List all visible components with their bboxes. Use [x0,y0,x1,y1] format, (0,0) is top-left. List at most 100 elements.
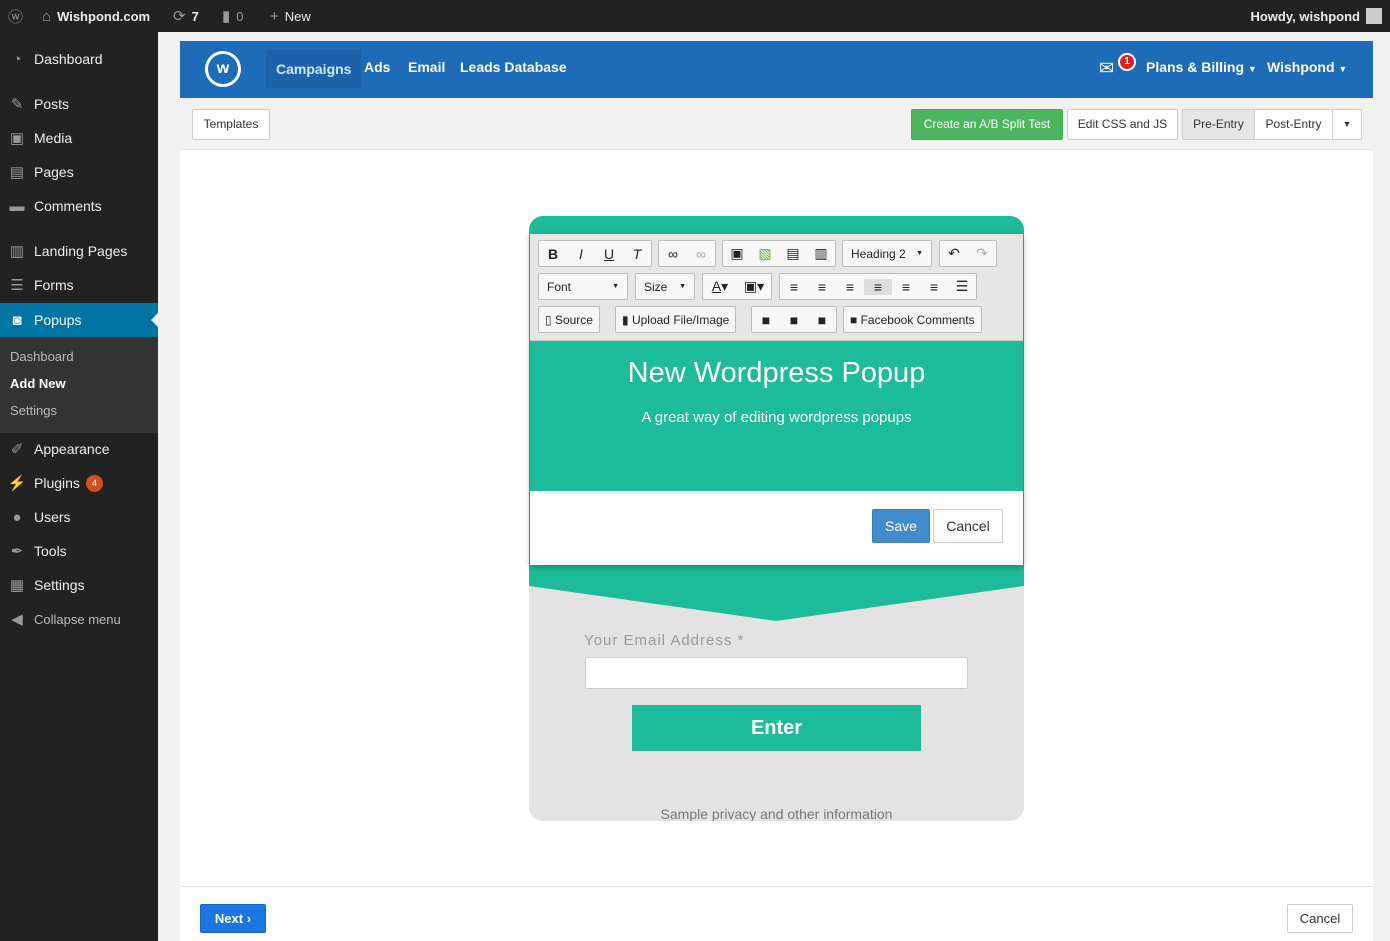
save-button[interactable]: Save [872,509,930,543]
templates-button[interactable]: Templates [192,109,270,140]
chevron-right-icon: › [246,911,252,926]
nav-campaigns[interactable]: Campaigns [266,50,362,88]
caret-down-icon: ▼ [1247,64,1257,74]
history-group: ↶ ↷ [939,240,997,267]
paste-icon[interactable]: ▤ [779,245,807,262]
user-icon: ● [12,508,22,526]
link-icon[interactable]: ∞ [659,246,687,262]
updates-link[interactable]: ⟳ 7 [173,0,199,32]
underline-icon[interactable]: U [595,246,623,262]
notification-badge: 1 [1118,53,1136,71]
tumblr-icon[interactable]: ■ [780,312,808,328]
horizontal-rule-icon[interactable]: ☰ [948,278,976,295]
submenu-settings[interactable]: Settings [10,403,57,418]
align-left-icon[interactable]: ≡ [836,279,864,295]
account-dropdown[interactable]: Wishpond ▼ [1267,41,1347,98]
ordered-list-icon[interactable]: ≡ [780,279,808,295]
settings-icon: ▦ [9,577,25,594]
align-right-icon[interactable]: ≡ [892,279,920,295]
post-entry-tab[interactable]: Post-Entry [1254,109,1333,140]
pages-icon: ▤ [9,164,25,181]
wordpress-logo-icon[interactable]: ⓦ [8,0,23,32]
menu-posts[interactable]: ✎ Posts [0,87,158,121]
pre-entry-tab[interactable]: Pre-Entry [1182,109,1255,140]
upload-button[interactable]: ▮ Upload File/Image [615,306,737,333]
mail-icon[interactable]: ✉ [1099,58,1114,79]
file-icon: ▮ [622,312,629,327]
menu-comments[interactable]: ▬ Comments [0,189,158,223]
social-group: ■ ■ ■ [751,306,837,333]
text-color-icon[interactable]: A▾ [703,278,737,295]
plugins-badge: 4 [85,474,103,492]
facebook-icon[interactable]: ■ [752,312,780,328]
nav-ads[interactable]: Ads [364,41,390,98]
menu-media[interactable]: ▣ Media [0,121,158,155]
wrench-icon: ✒ [10,543,24,560]
footer-cancel-button[interactable]: Cancel [1287,904,1353,933]
collapse-icon: ◀ [11,611,23,628]
main-content: w Campaigns Ads Email Leads Database ✉ 1… [180,41,1373,941]
menu-forms[interactable]: ☰ Forms [0,268,158,302]
undo-icon[interactable]: ↶ [940,245,968,262]
justify-icon[interactable]: ≡ [920,279,948,295]
menu-dashboard[interactable]: ◔ Dashboard [0,42,158,76]
nav-email[interactable]: Email [408,41,445,98]
plans-billing-menu[interactable]: Plans & Billing ▼ [1146,41,1257,98]
submenu-add-new[interactable]: Add New [10,376,66,391]
wishpond-logo[interactable]: w [205,51,241,87]
editor-cancel-button[interactable]: Cancel [933,509,1003,543]
video-icon[interactable]: ▣ [723,245,751,262]
site-link[interactable]: ⌂ Wishpond.com [42,0,150,32]
paste-word-icon[interactable]: ▥ [807,245,835,262]
menu-popups[interactable]: ◙ Popups [0,303,158,337]
pin-icon: ✎ [10,96,24,113]
entry-dropdown-caret-icon[interactable]: ▼ [1332,109,1362,140]
facebook-comments-button[interactable]: ■ Facebook Comments [843,306,982,333]
bold-icon[interactable]: B [539,246,567,262]
italic-icon[interactable]: I [567,246,595,262]
plugin-icon: ⚡ [7,475,27,492]
ab-split-test-button[interactable]: Create an A/B Split Test [911,109,1063,140]
map-icon[interactable]: ▧ [751,245,779,262]
avatar [1366,8,1382,24]
account-menu[interactable]: Howdy, wishpond [1250,0,1382,32]
new-link[interactable]: + New [270,0,311,32]
editor-content[interactable]: New Wordpress Popup A great way of editi… [530,341,1023,491]
menu-tools[interactable]: ✒ Tools [0,534,158,568]
menu-appearance[interactable]: ✐ Appearance [0,432,158,466]
google-plus-icon[interactable]: ■ [808,312,836,328]
nav-leads-database[interactable]: Leads Database [460,41,567,98]
menu-plugins[interactable]: ⚡ Plugins 4 [0,466,158,500]
heading-select[interactable]: Heading 2 ▼ [842,240,932,267]
align-center-icon[interactable]: ≡ [864,278,892,295]
unlink-icon[interactable]: ∞ [687,246,715,262]
menu-pages[interactable]: ▤ Pages [0,155,158,189]
brush-icon: ✐ [10,441,24,458]
rich-text-editor: BIUT ∞ ∞ ▣ ▧ ▤ ▥ Heading 2 ▼ ↶ ↷ Font ▼ Size ▼ A… [530,234,1023,565]
editor-toolbar: BIUT ∞ ∞ ▣ ▧ ▤ ▥ Heading 2 ▼ ↶ ↷ Font ▼ Size ▼ A… [530,234,1023,341]
source-button[interactable]: ▯ Source [538,306,600,333]
menu-settings[interactable]: ▦ Settings [0,568,158,602]
menu-users[interactable]: ● Users [0,500,158,534]
email-input[interactable] [585,657,968,689]
submenu-dashboard[interactable]: Dashboard [10,349,74,364]
popup-chevron [529,586,1024,621]
caret-down-icon: ▼ [679,283,686,290]
refresh-icon: ⟳ [173,8,186,25]
page-footer: Next › Cancel [180,886,1373,941]
popups-submenu: Dashboard Add New Settings [0,337,158,433]
collapse-menu[interactable]: ◀ Collapse menu [0,602,158,636]
menu-landing-pages[interactable]: ▥ Landing Pages [0,234,158,268]
clear-format-icon[interactable]: T [623,246,651,262]
comments-link[interactable]: ▮ 0 [222,0,244,32]
font-select[interactable]: Font ▼ [538,273,628,300]
bullet-list-icon[interactable]: ≡ [808,279,836,295]
home-icon: ⌂ [42,7,52,25]
bg-color-icon[interactable]: ▣▾ [737,278,771,295]
redo-icon[interactable]: ↷ [968,245,996,262]
edit-css-js-button[interactable]: Edit CSS and JS [1067,109,1178,140]
landing-pages-icon: ▥ [9,243,25,260]
size-select[interactable]: Size ▼ [635,273,695,300]
next-button[interactable]: Next › [200,904,266,933]
enter-button[interactable]: Enter [632,705,921,751]
